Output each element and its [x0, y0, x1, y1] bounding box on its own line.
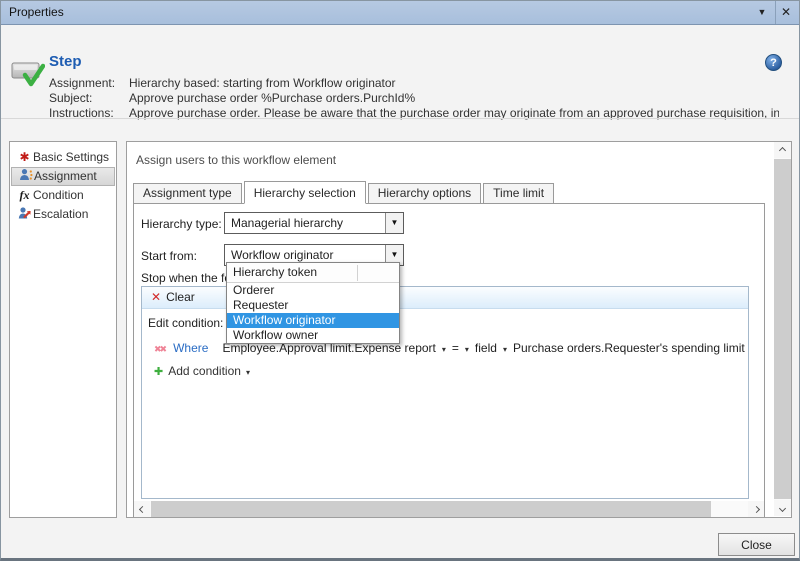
horizontal-scrollbar[interactable]	[134, 501, 764, 517]
assignment-value: Hierarchy based: starting from Workflow …	[129, 76, 396, 90]
tab-page-hierarchy-selection: Hierarchy type: Managerial hierarchy ▼ S…	[133, 203, 765, 517]
hierarchy-type-combobox[interactable]: Managerial hierarchy ▼	[224, 212, 404, 234]
subject-value: Approve purchase order %Purchase orders.…	[129, 91, 416, 105]
condition-value-type[interactable]: field	[475, 341, 497, 355]
chevron-right-icon	[752, 505, 760, 514]
step-icon	[11, 62, 45, 87]
dropdown-arrow-icon: ▾	[245, 368, 250, 377]
clear-button[interactable]: Clear	[166, 290, 195, 304]
tab-strip: Assignment type Hierarchy selection Hier…	[133, 181, 556, 204]
sidebar-item-assignment[interactable]: Assignment	[11, 167, 115, 186]
tab-hierarchy-options[interactable]: Hierarchy options	[367, 183, 482, 204]
chevron-up-icon	[778, 146, 787, 155]
remove-condition-icon[interactable]: ✖✖	[154, 344, 167, 354]
header: Step Assignment: Hierarchy based: startin…	[1, 25, 799, 120]
sidebar-item-label: Condition	[33, 188, 84, 202]
horizontal-scrollbar-thumb[interactable]	[151, 501, 711, 517]
condition-rhs[interactable]: Purchase orders.Requester's spending lim…	[513, 341, 745, 355]
sidebar-item-label: Basic Settings	[33, 150, 110, 164]
window-title: Properties	[9, 5, 64, 19]
start-from-label: Start from:	[141, 249, 198, 263]
sidebar-item-escalation[interactable]: Escalation	[11, 205, 115, 224]
vertical-scrollbar[interactable]	[774, 142, 791, 516]
scroll-down-button[interactable]	[774, 500, 791, 516]
section-title: Assign users to this workflow element	[136, 153, 337, 167]
dropdown-arrow-icon[interactable]: ▾	[442, 345, 446, 354]
combo-arrow-icon[interactable]: ▼	[385, 213, 403, 233]
edit-condition-label: Edit condition:	[148, 316, 224, 330]
close-button[interactable]: Close	[718, 533, 795, 556]
clear-x-icon: ✕	[151, 290, 162, 304]
sidebar-item-basic-settings[interactable]: ✱ Basic Settings	[11, 148, 115, 167]
step-title: Step	[49, 53, 82, 70]
dropdown-item-workflow-owner[interactable]: Workflow owner	[227, 328, 399, 343]
dropdown-column-header: Hierarchy token	[227, 263, 399, 283]
condition-operator[interactable]: =	[452, 341, 459, 355]
subject-label: Subject:	[49, 91, 93, 105]
window-close-icon[interactable]: ✕	[776, 1, 796, 24]
hierarchy-type-label: Hierarchy type:	[141, 217, 222, 231]
where-link[interactable]: Where	[173, 341, 208, 355]
titlebar: Properties ▼ ✕	[1, 1, 799, 25]
scroll-left-button[interactable]	[134, 501, 150, 517]
tab-hierarchy-selection[interactable]: Hierarchy selection	[243, 181, 366, 204]
tab-assignment-type[interactable]: Assignment type	[133, 183, 242, 204]
header-row-assignment: Assignment: Hierarchy based: starting fro…	[49, 76, 789, 91]
header-row-subject: Subject: Approve purchase order %Purchase…	[49, 91, 789, 106]
help-icon[interactable]: ?	[765, 54, 782, 71]
dropdown-item-workflow-originator[interactable]: Workflow originator	[227, 313, 399, 328]
start-from-dropdown-list: Hierarchy token Orderer Requester Workfl…	[226, 262, 400, 344]
sidebar: ✱ Basic Settings Assignment fx Condition E…	[9, 141, 117, 518]
hierarchy-type-value: Managerial hierarchy	[231, 216, 344, 230]
fx-icon: fx	[19, 188, 30, 202]
tab-time-limit[interactable]: Time limit	[483, 183, 555, 204]
chevron-left-icon	[138, 505, 146, 514]
column-divider	[357, 265, 358, 281]
dropdown-item-orderer[interactable]: Orderer	[227, 283, 399, 298]
asterisk-icon: ✱	[19, 150, 30, 164]
vertical-scrollbar-thumb[interactable]	[774, 159, 791, 499]
dropdown-arrow-icon[interactable]: ▾	[503, 345, 507, 354]
sidebar-item-label: Escalation	[33, 207, 89, 221]
chevron-down-icon	[778, 504, 787, 513]
sidebar-item-condition[interactable]: fx Condition	[11, 186, 115, 205]
person-arrow-icon	[16, 205, 33, 223]
assignment-label: Assignment:	[49, 76, 116, 90]
add-plus-icon: ✚	[154, 366, 164, 378]
scroll-up-button[interactable]	[774, 142, 791, 158]
window-menu-arrow-icon[interactable]: ▼	[752, 1, 772, 24]
person-icon	[17, 168, 34, 184]
dropdown-arrow-icon[interactable]: ▾	[465, 345, 469, 354]
sidebar-item-label: Assignment	[34, 169, 97, 183]
dropdown-item-requester[interactable]: Requester	[227, 298, 399, 313]
add-condition-label: Add condition	[168, 364, 241, 378]
add-condition-button[interactable]: ✚ Add condition ▾	[154, 364, 250, 378]
properties-dialog: Properties ▼ ✕ Step Assignment: Hierarchy…	[0, 0, 800, 561]
scroll-right-button[interactable]	[748, 501, 764, 517]
header-separator	[1, 118, 799, 119]
